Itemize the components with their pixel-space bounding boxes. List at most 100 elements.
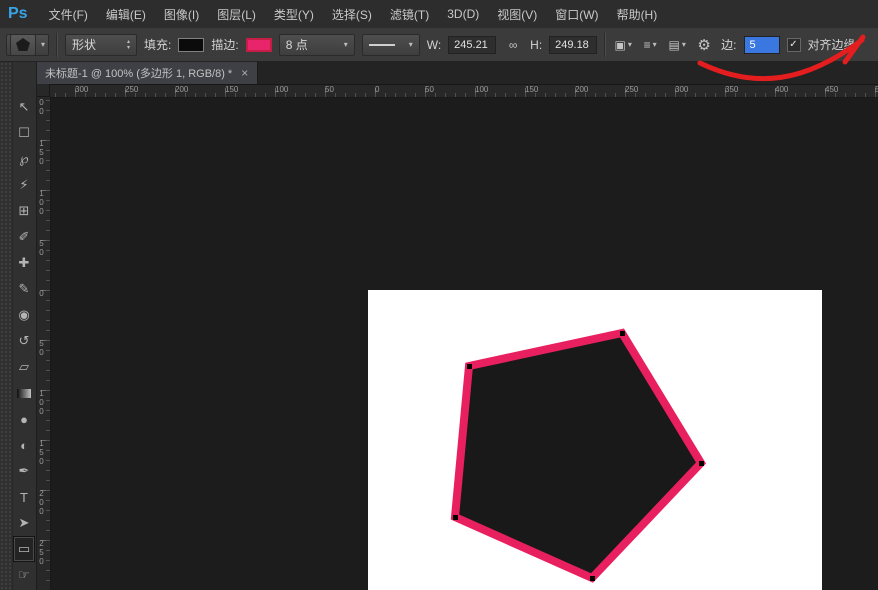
anchor-point[interactable] xyxy=(620,331,625,336)
fill-label: 填充: xyxy=(144,36,171,53)
tool-pen-tool[interactable]: ✒ xyxy=(13,458,35,484)
fill-swatch[interactable] xyxy=(178,38,204,52)
path-operations-button[interactable]: ▣ ▾ xyxy=(613,35,633,55)
tool-preset-picker[interactable]: ▾ xyxy=(6,34,49,56)
tool-rectangular-marquee-tool[interactable]: ☐ xyxy=(13,120,35,146)
ruler-label: 400 xyxy=(775,85,788,94)
close-icon[interactable]: × xyxy=(241,66,248,80)
tool-hand-tool[interactable]: ☞ xyxy=(13,562,35,588)
menu-item[interactable]: 视图(V) xyxy=(488,0,546,28)
pentagon-shape[interactable] xyxy=(455,333,701,578)
menu-bar: Ps 文件(F)编辑(E)图像(I)图层(L)类型(Y)选择(S)滤镜(T)3D… xyxy=(0,0,878,29)
ruler-label: 250 xyxy=(625,85,638,94)
ruler-label: 100 xyxy=(37,389,45,416)
ruler-label: 200 xyxy=(37,489,45,516)
tool-mode-select[interactable]: 形状 ▴▾ xyxy=(65,34,137,56)
tool-history-brush-tool[interactable]: ↺ xyxy=(13,328,35,354)
sides-input[interactable]: 5 xyxy=(744,36,780,54)
tool-gradient-tool[interactable] xyxy=(13,380,35,406)
tool-type-tool[interactable]: T xyxy=(13,484,35,510)
document-tab[interactable]: 未标题-1 @ 100% (多边形 1, RGB/8) * × xyxy=(36,62,258,84)
tools-panel: ↖☐℘⚡⊞✐✚✎◉↺▱ ●◐✒T➤▭☞ xyxy=(0,62,37,590)
path-alignment-button[interactable]: ≡ ▾ xyxy=(640,35,660,55)
canvas-area xyxy=(50,97,878,590)
tool-spot-healing-brush-tool[interactable]: ✚ xyxy=(13,250,35,276)
ruler-label: 150 xyxy=(225,85,238,94)
stroke-style-select[interactable]: ▾ xyxy=(362,34,420,56)
stroke-label: 描边: xyxy=(211,36,238,53)
chevron-down-icon: ▾ xyxy=(344,41,348,49)
menu-item[interactable]: 图像(I) xyxy=(155,0,208,28)
chevron-down-icon: ▾ xyxy=(628,41,632,49)
ruler-label: 350 xyxy=(725,85,738,94)
ruler-label: 250 xyxy=(125,85,138,94)
ruler-label: 450 xyxy=(825,85,838,94)
menu-item[interactable]: 3D(D) xyxy=(438,0,488,28)
ruler-label: 150 xyxy=(37,439,45,466)
vertical-ruler[interactable]: 20015010050050100150200250300 xyxy=(36,97,51,590)
chevron-down-icon: ▾ xyxy=(682,41,686,49)
ruler-label: 300 xyxy=(675,85,688,94)
anchor-point[interactable] xyxy=(699,461,704,466)
tool-shape-tool[interactable]: ▭ xyxy=(13,536,35,562)
align-edges-label: 对齐边缘 xyxy=(808,36,856,53)
path-arrangement-button[interactable]: ▤ ▾ xyxy=(667,35,687,55)
menu-item[interactable]: 选择(S) xyxy=(323,0,381,28)
tool-clone-stamp-tool[interactable]: ◉ xyxy=(13,302,35,328)
anchor-point[interactable] xyxy=(590,576,595,581)
chevron-down-icon: ▾ xyxy=(409,41,413,49)
tool-move-tool[interactable]: ↖ xyxy=(13,94,35,120)
menu-item[interactable]: 图层(L) xyxy=(208,0,265,28)
ruler-label: 0 xyxy=(37,289,45,298)
tool-crop-tool[interactable]: ⊞ xyxy=(13,198,35,224)
horizontal-ruler[interactable]: 3002502001501005005010015020025030035040… xyxy=(36,84,878,98)
align-edges-checkbox[interactable]: ✓ xyxy=(787,38,801,52)
path-arrangement-icon: ▤ xyxy=(668,38,679,52)
tool-dodge-tool[interactable]: ◐ xyxy=(13,432,35,458)
gear-icon[interactable]: ⚙ xyxy=(694,35,714,55)
tool-quick-selection-tool[interactable]: ⚡ xyxy=(13,172,35,198)
ruler-label: 200 xyxy=(575,85,588,94)
tool-path-selection-tool[interactable]: ➤ xyxy=(13,510,35,536)
tool-options-bar: ▾ 形状 ▴▾ 填充: 描边: 8 点 ▾ ▾ W: 245.21 ∞ H: 2… xyxy=(0,28,878,62)
photoshop-logo: Ps xyxy=(0,5,40,23)
ruler-label: 150 xyxy=(37,139,45,166)
anchor-point[interactable] xyxy=(467,364,472,369)
tool-eyedropper-tool[interactable]: ✐ xyxy=(13,224,35,250)
ruler-label: 100 xyxy=(275,85,288,94)
chevron-down-icon: ▾ xyxy=(653,41,657,49)
menu-item[interactable]: 类型(Y) xyxy=(265,0,323,28)
menu-item[interactable]: 滤镜(T) xyxy=(381,0,438,28)
menu-item[interactable]: 帮助(H) xyxy=(608,0,667,28)
stroke-swatch[interactable] xyxy=(246,38,272,52)
document-canvas[interactable] xyxy=(368,290,822,590)
tool-brush-tool[interactable]: ✎ xyxy=(13,276,35,302)
stroke-width-value: 8 点 xyxy=(286,36,308,53)
height-label: H: xyxy=(530,38,542,52)
ruler-label: 50 xyxy=(37,239,45,257)
tool-lasso-tool[interactable]: ℘ xyxy=(13,146,35,172)
link-dimensions-icon[interactable]: ∞ xyxy=(503,35,523,55)
pentagon-svg xyxy=(368,290,822,590)
tool-eraser-tool[interactable]: ▱ xyxy=(13,354,35,380)
path-alignment-icon: ≡ xyxy=(644,38,651,52)
width-input[interactable]: 245.21 xyxy=(448,36,496,54)
tool-blur-tool[interactable]: ● xyxy=(13,406,35,432)
path-operations-icon: ▣ xyxy=(614,38,625,52)
gradient-icon xyxy=(17,389,31,398)
menu-item[interactable]: 窗口(W) xyxy=(546,0,607,28)
height-input[interactable]: 249.18 xyxy=(549,36,597,54)
ruler-label: 50 xyxy=(37,339,45,357)
stroke-width-select[interactable]: 8 点 ▾ xyxy=(279,34,355,56)
updown-caret-icon: ▴▾ xyxy=(127,39,130,51)
menu-item[interactable]: 文件(F) xyxy=(40,0,97,28)
width-label: W: xyxy=(427,38,441,52)
solid-line-icon xyxy=(369,44,395,46)
menu-item[interactable]: 编辑(E) xyxy=(97,0,155,28)
ruler-label: 200 xyxy=(37,97,45,116)
anchor-point[interactable] xyxy=(453,515,458,520)
ruler-label: 200 xyxy=(175,85,188,94)
ruler-label: 300 xyxy=(75,85,88,94)
ruler-label: 50 xyxy=(425,85,434,94)
menu-bar-items: 文件(F)编辑(E)图像(I)图层(L)类型(Y)选择(S)滤镜(T)3D(D)… xyxy=(40,0,667,28)
